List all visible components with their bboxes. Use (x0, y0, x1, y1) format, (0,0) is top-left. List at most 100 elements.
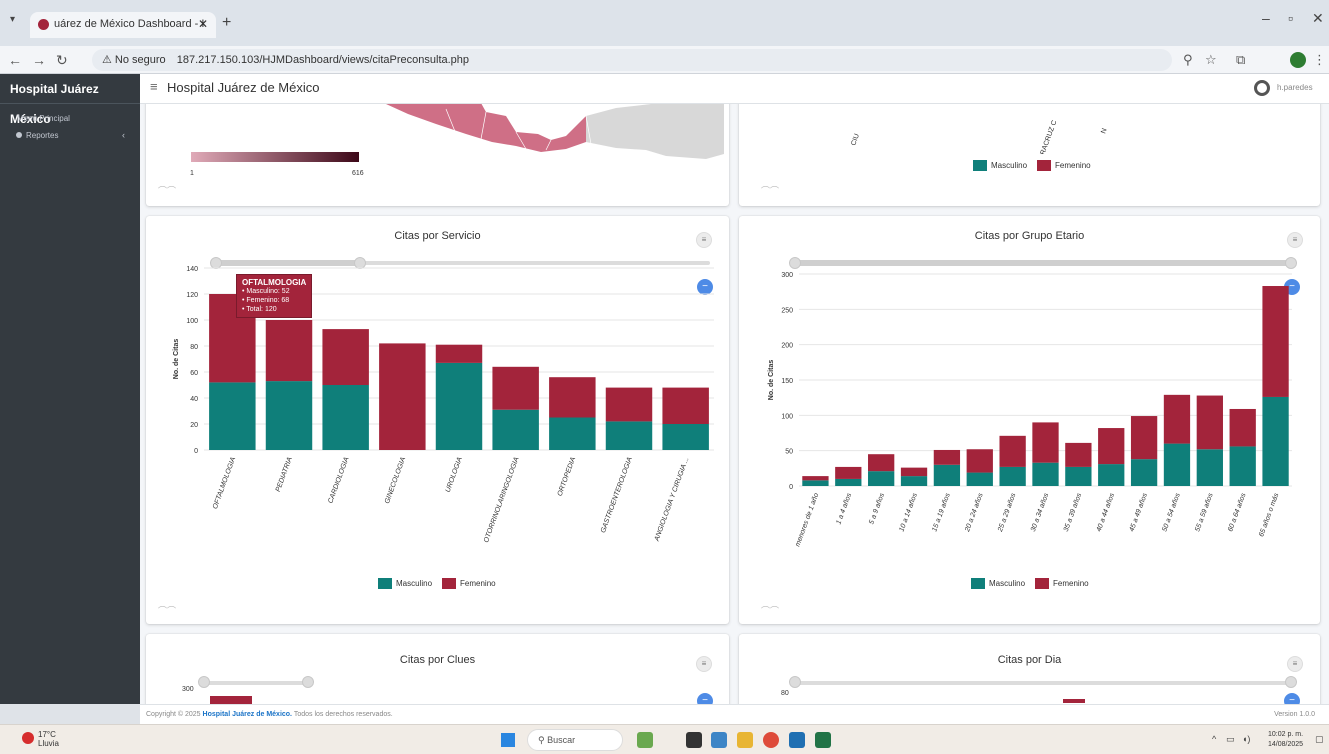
legend-label-femenino[interactable]: Femenino (460, 579, 496, 588)
bar-femenino[interactable] (835, 466, 862, 479)
zoom-icon[interactable]: ⚲ (1183, 52, 1193, 68)
legend-label-femenino[interactable]: Femenino (1055, 161, 1091, 170)
bar-masculino[interactable] (209, 382, 256, 450)
bar-femenino[interactable] (492, 366, 539, 410)
range-slider-track[interactable] (204, 681, 308, 685)
range-slider-handle-left[interactable] (198, 676, 210, 688)
bar-masculino[interactable] (802, 480, 829, 486)
bar-femenino[interactable] (322, 329, 369, 385)
legend-label-masculino[interactable]: Masculino (396, 579, 432, 588)
bar-femenino[interactable] (1130, 416, 1158, 460)
taskview-icon[interactable] (686, 732, 702, 748)
bar-femenino[interactable] (1163, 394, 1191, 444)
taskbar-clock[interactable]: 10:02 p. m. 14/08/2025 (1268, 730, 1303, 750)
bar-masculino[interactable] (1098, 464, 1125, 486)
range-slider-handle-right[interactable] (302, 676, 314, 688)
org-link[interactable]: Hospital Juárez de México. (203, 711, 292, 718)
bar-masculino[interactable] (435, 362, 483, 450)
bar-femenino[interactable] (1229, 408, 1256, 447)
file-explorer-icon[interactable] (737, 732, 753, 748)
network-icon[interactable]: ▭ (1226, 734, 1235, 745)
forward-icon[interactable]: → (32, 52, 46, 68)
bar-femenino[interactable] (435, 344, 483, 363)
bar-femenino[interactable] (966, 449, 993, 473)
back-icon[interactable]: ← (8, 52, 22, 68)
bar-femenino[interactable] (1098, 428, 1125, 465)
bar-masculino[interactable] (1032, 462, 1059, 486)
extensions-icon[interactable]: ⧉ (1236, 52, 1245, 68)
browser-tab[interactable]: uárez de México Dashboard - I ✕ (30, 12, 216, 38)
bar-femenino[interactable] (999, 435, 1026, 467)
legend-swatch-femenino[interactable] (442, 578, 457, 589)
browser-menu-icon[interactable]: ⋮ (1313, 52, 1326, 68)
legend-swatch-femenino[interactable] (1037, 160, 1052, 171)
profile-icon[interactable] (1290, 52, 1306, 68)
windows-start-icon[interactable] (501, 733, 515, 747)
brand-title[interactable]: Hospital Juárez México (0, 74, 140, 126)
bookmark-star-icon[interactable]: ☆ (1205, 52, 1217, 68)
minimize-icon[interactable]: – (1262, 10, 1270, 26)
close-tab-icon[interactable]: ✕ (198, 17, 208, 31)
legend-label-masculino[interactable]: Masculino (991, 161, 1027, 170)
weather-icon[interactable] (22, 732, 34, 744)
legend-swatch-masculino[interactable] (971, 578, 985, 589)
weather-widget[interactable]: 17°C Lluvia (38, 730, 59, 748)
bar-masculino[interactable] (549, 417, 596, 451)
outlook-icon[interactable] (789, 732, 805, 748)
legend-swatch-masculino[interactable] (973, 160, 987, 171)
sidebar-item-reportes[interactable]: Reportes ‹ (0, 123, 140, 140)
range-slider-handle-left[interactable] (789, 676, 801, 688)
chrome-icon[interactable] (763, 732, 779, 748)
bar-masculino[interactable] (1262, 396, 1289, 486)
bar-femenino[interactable] (933, 449, 961, 465)
bar-masculino[interactable] (492, 409, 539, 450)
tab-list-icon[interactable]: ▾ (10, 14, 15, 25)
legend-label-masculino[interactable]: Masculino (989, 579, 1025, 588)
bar-femenino[interactable] (265, 320, 313, 382)
bar-femenino[interactable] (605, 387, 653, 422)
bar-femenino[interactable] (900, 467, 928, 477)
bar-masculino[interactable] (999, 466, 1026, 486)
new-tab-icon[interactable]: + (222, 14, 231, 32)
bar-femenino[interactable] (1196, 395, 1223, 450)
reset-zoom-icon[interactable]: − (696, 692, 714, 704)
user-name[interactable]: h.paredes (1277, 83, 1313, 92)
bar-masculino[interactable] (1065, 466, 1092, 486)
bar-femenino[interactable] (1032, 422, 1059, 463)
legend-label-femenino[interactable]: Femenino (1053, 579, 1089, 588)
store-icon[interactable] (711, 732, 727, 748)
bar-masculino[interactable] (322, 385, 369, 450)
tray-chevron-icon[interactable]: ^ (1212, 734, 1216, 744)
notifications-icon[interactable]: ▢ (1315, 734, 1324, 745)
dia-bar[interactable] (1063, 699, 1085, 703)
bar-masculino[interactable] (1130, 459, 1158, 486)
bar-femenino[interactable] (662, 387, 709, 424)
bar-masculino[interactable] (662, 424, 709, 450)
insecure-warning[interactable]: ⚠ No seguro (102, 54, 166, 66)
bar-femenino[interactable] (802, 476, 829, 481)
bar-masculino[interactable] (900, 476, 928, 486)
taskbar-search[interactable]: ⚲ Buscar (527, 729, 623, 751)
excel-icon[interactable] (815, 732, 831, 748)
bar-femenino[interactable] (1262, 286, 1289, 397)
range-slider-track[interactable] (795, 681, 1291, 685)
clues-bar[interactable] (210, 696, 252, 704)
bar-femenino[interactable] (1065, 442, 1092, 467)
bar-masculino[interactable] (1163, 443, 1191, 486)
hamburger-icon[interactable]: ≡ (150, 79, 158, 94)
bar-masculino[interactable] (933, 464, 961, 486)
bar-masculino[interactable] (966, 472, 993, 486)
legend-swatch-femenino[interactable] (1035, 578, 1050, 589)
bar-femenino[interactable] (549, 377, 596, 418)
reset-zoom-icon[interactable]: − (1283, 692, 1301, 704)
bar-masculino[interactable] (605, 421, 653, 450)
range-slider-handle-right[interactable] (1285, 676, 1297, 688)
bar-masculino[interactable] (265, 381, 313, 450)
user-avatar-icon[interactable] (1254, 80, 1270, 96)
reload-icon[interactable]: ↻ (56, 52, 68, 69)
bar-masculino[interactable] (1229, 446, 1256, 486)
export-menu-icon[interactable]: ≡ (696, 656, 712, 672)
volume-icon[interactable]: ◖) (1242, 734, 1250, 744)
bar-masculino[interactable] (1196, 449, 1223, 486)
widgets-icon[interactable] (637, 732, 653, 748)
